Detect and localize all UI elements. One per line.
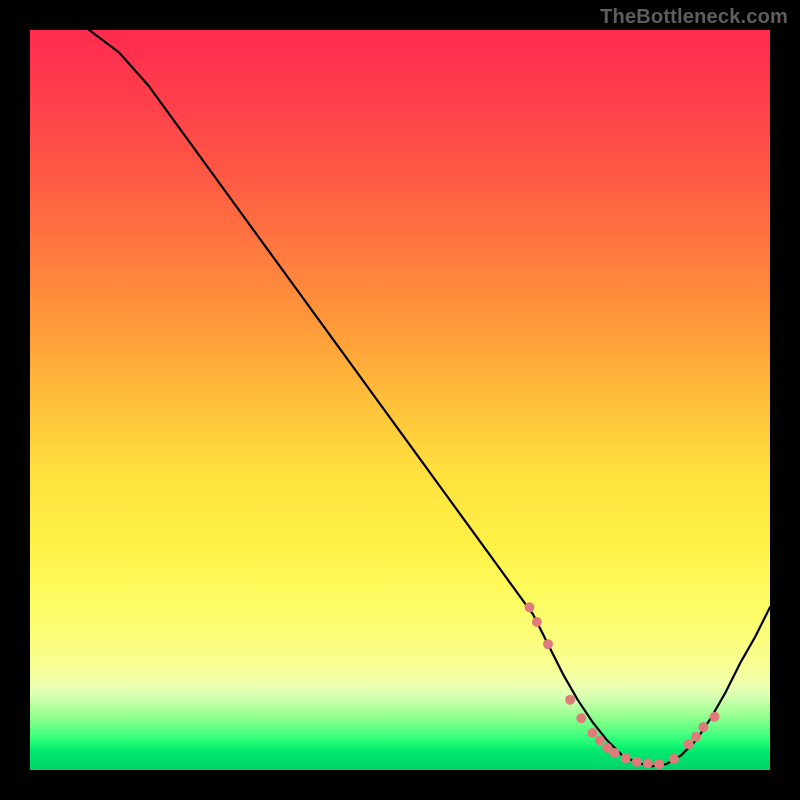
highlight-dot [669, 754, 679, 764]
highlight-dot [532, 617, 542, 627]
highlight-dot [576, 713, 586, 723]
highlight-dot [684, 739, 694, 749]
highlight-dot [691, 732, 701, 742]
highlight-dot [610, 748, 620, 758]
highlight-dot [698, 722, 708, 732]
highlight-dot [643, 758, 653, 768]
curve-svg [30, 30, 770, 770]
highlight-dot [632, 757, 642, 767]
highlight-dot [587, 728, 597, 738]
chart-container: TheBottleneck.com [0, 0, 800, 800]
bottleneck-curve [89, 30, 770, 766]
watermark-text: TheBottleneck.com [600, 6, 788, 29]
highlight-dots [525, 602, 720, 769]
dots-svg [30, 30, 770, 770]
plot-area [30, 30, 770, 770]
highlight-dot [595, 735, 605, 745]
highlight-dot [565, 695, 575, 705]
highlight-dot [525, 602, 535, 612]
highlight-dot [543, 639, 553, 649]
highlight-dot [621, 753, 631, 763]
highlight-dot [710, 712, 720, 722]
highlight-dot [602, 743, 612, 753]
highlight-dot [654, 759, 664, 769]
